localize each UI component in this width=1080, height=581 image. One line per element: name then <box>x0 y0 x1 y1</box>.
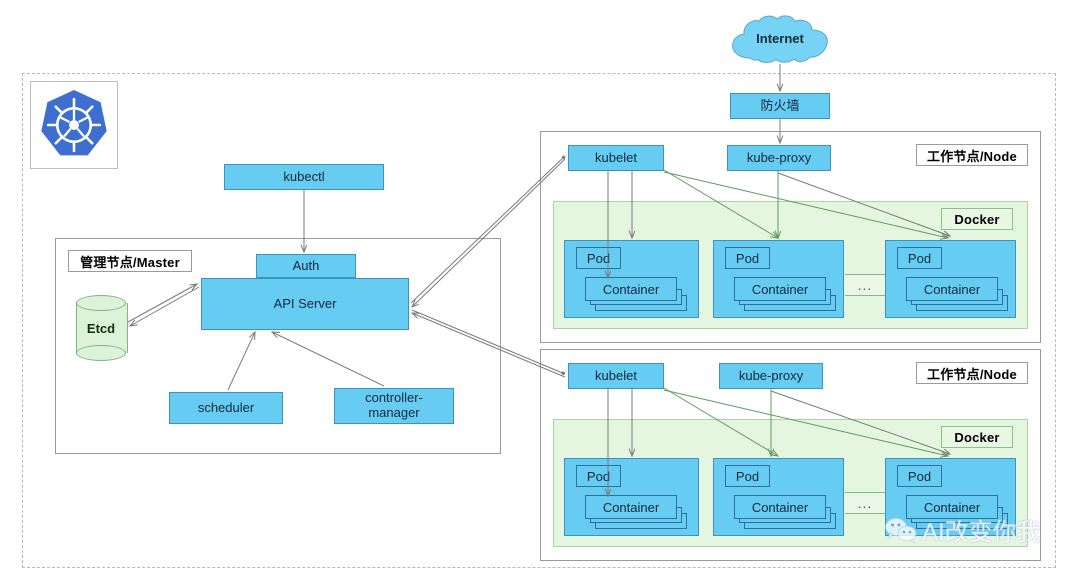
container-front: Container <box>585 277 677 301</box>
pod-label: Pod <box>725 247 770 269</box>
watermark: AI改变你我 <box>884 512 1041 547</box>
worker-node-2-label: 工作节点/Node <box>916 362 1028 384</box>
worker-node-1-pod-1: Pod Container <box>564 240 699 318</box>
worker-node-2-pod-2: Pod Container <box>713 458 844 536</box>
pod-label: Pod <box>725 465 770 487</box>
kube-proxy-label: kube-proxy <box>746 149 812 165</box>
watermark-text: AI改变你我 <box>922 519 1041 546</box>
api-server-label: API Server <box>273 295 337 311</box>
container-front: Container <box>585 495 677 519</box>
internet-cloud: Internet <box>726 14 834 64</box>
kubernetes-logo-icon <box>41 90 107 156</box>
api-server-box: API Server <box>201 278 409 330</box>
controller-manager-label: controller- manager <box>365 390 423 420</box>
auth-box: Auth <box>256 254 356 278</box>
pod-label: Pod <box>897 465 942 487</box>
master-region-label: 管理节点/Master <box>68 250 192 272</box>
auth-label: Auth <box>292 257 320 273</box>
container-front: Container <box>906 277 998 301</box>
worker-node-2-docker-label: Docker <box>941 426 1013 448</box>
etcd-cylinder: Etcd <box>76 295 128 361</box>
firewall-label: 防火墙 <box>760 97 800 113</box>
container-front: Container <box>734 495 826 519</box>
worker-node-2-pods-ellipsis: ... <box>845 492 885 514</box>
worker-node-1-docker-label: Docker <box>941 208 1013 230</box>
wechat-icon <box>885 517 917 544</box>
worker-node-1-pods-ellipsis: ... <box>845 274 885 296</box>
container-front: Container <box>734 277 826 301</box>
pod-label: Pod <box>576 465 621 487</box>
diagram-canvas: Internet 防火墙 kubectl 管理节点/Master Etcd Au… <box>0 0 1080 581</box>
pod-label: Pod <box>897 247 942 269</box>
scheduler-box: scheduler <box>169 392 283 424</box>
worker-node-1-kubelet-box: kubelet <box>568 145 664 171</box>
kubelet-label: kubelet <box>595 367 637 383</box>
kubernetes-logo-frame <box>30 81 118 169</box>
kube-proxy-label: kube-proxy <box>738 367 804 383</box>
pod-label: Pod <box>576 247 621 269</box>
worker-node-2-kubelet-box: kubelet <box>568 363 664 389</box>
worker-node-1-kube-proxy-box: kube-proxy <box>727 145 831 171</box>
kubectl-box: kubectl <box>224 164 384 190</box>
controller-manager-box: controller- manager <box>334 388 454 424</box>
internet-label: Internet <box>756 30 804 46</box>
worker-node-2-kube-proxy-box: kube-proxy <box>719 363 823 389</box>
kubelet-label: kubelet <box>595 149 637 165</box>
worker-node-2-pod-1: Pod Container <box>564 458 699 536</box>
worker-node-1-pod-2: Pod Container <box>713 240 844 318</box>
kubectl-label: kubectl <box>283 168 325 184</box>
scheduler-label: scheduler <box>197 399 255 415</box>
worker-node-1-label: 工作节点/Node <box>916 144 1028 166</box>
etcd-label: Etcd <box>86 320 116 336</box>
worker-node-1-pod-3: Pod Container <box>885 240 1016 318</box>
firewall-box: 防火墙 <box>730 93 830 119</box>
